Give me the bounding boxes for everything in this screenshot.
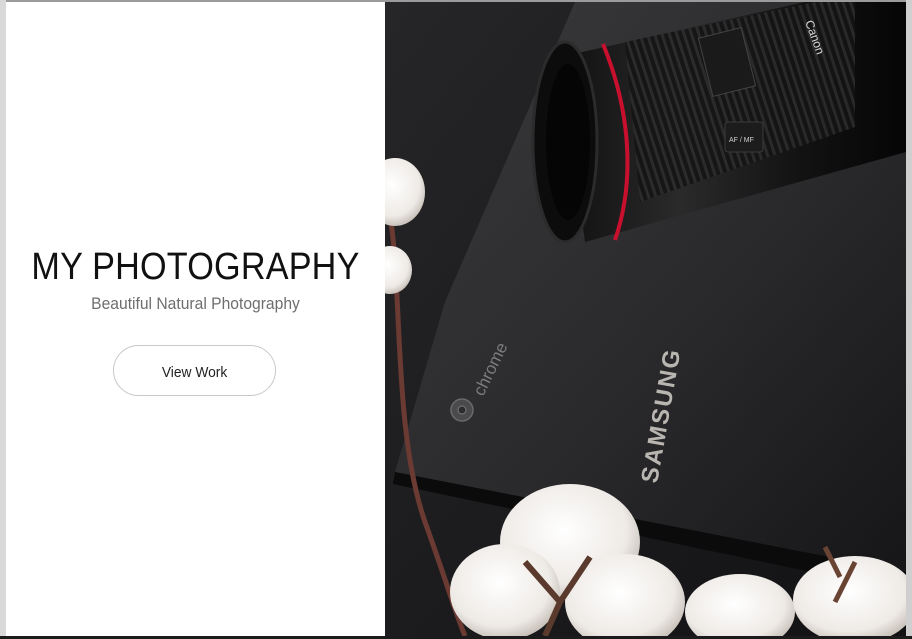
hero-photo: chrome SAMSUNG AF / MF Canon <box>385 2 906 636</box>
hero-photo-panel: chrome SAMSUNG AF / MF Canon <box>385 2 906 636</box>
page-title: MY PHOTOGRAPHY <box>31 246 360 288</box>
view-work-button[interactable]: View Work <box>113 345 276 396</box>
chrome-logo-icon <box>450 398 474 422</box>
lens-af-mf-text: AF / MF <box>729 137 754 144</box>
window-right-border <box>906 0 912 639</box>
hero-text-panel: MY PHOTOGRAPHY Beautiful Natural Photogr… <box>6 2 385 636</box>
view-work-button-label: View Work <box>161 364 228 381</box>
page-subtitle: Beautiful Natural Photography <box>91 294 300 313</box>
hero-heading-group: MY PHOTOGRAPHY Beautiful Natural Photogr… <box>6 246 385 314</box>
